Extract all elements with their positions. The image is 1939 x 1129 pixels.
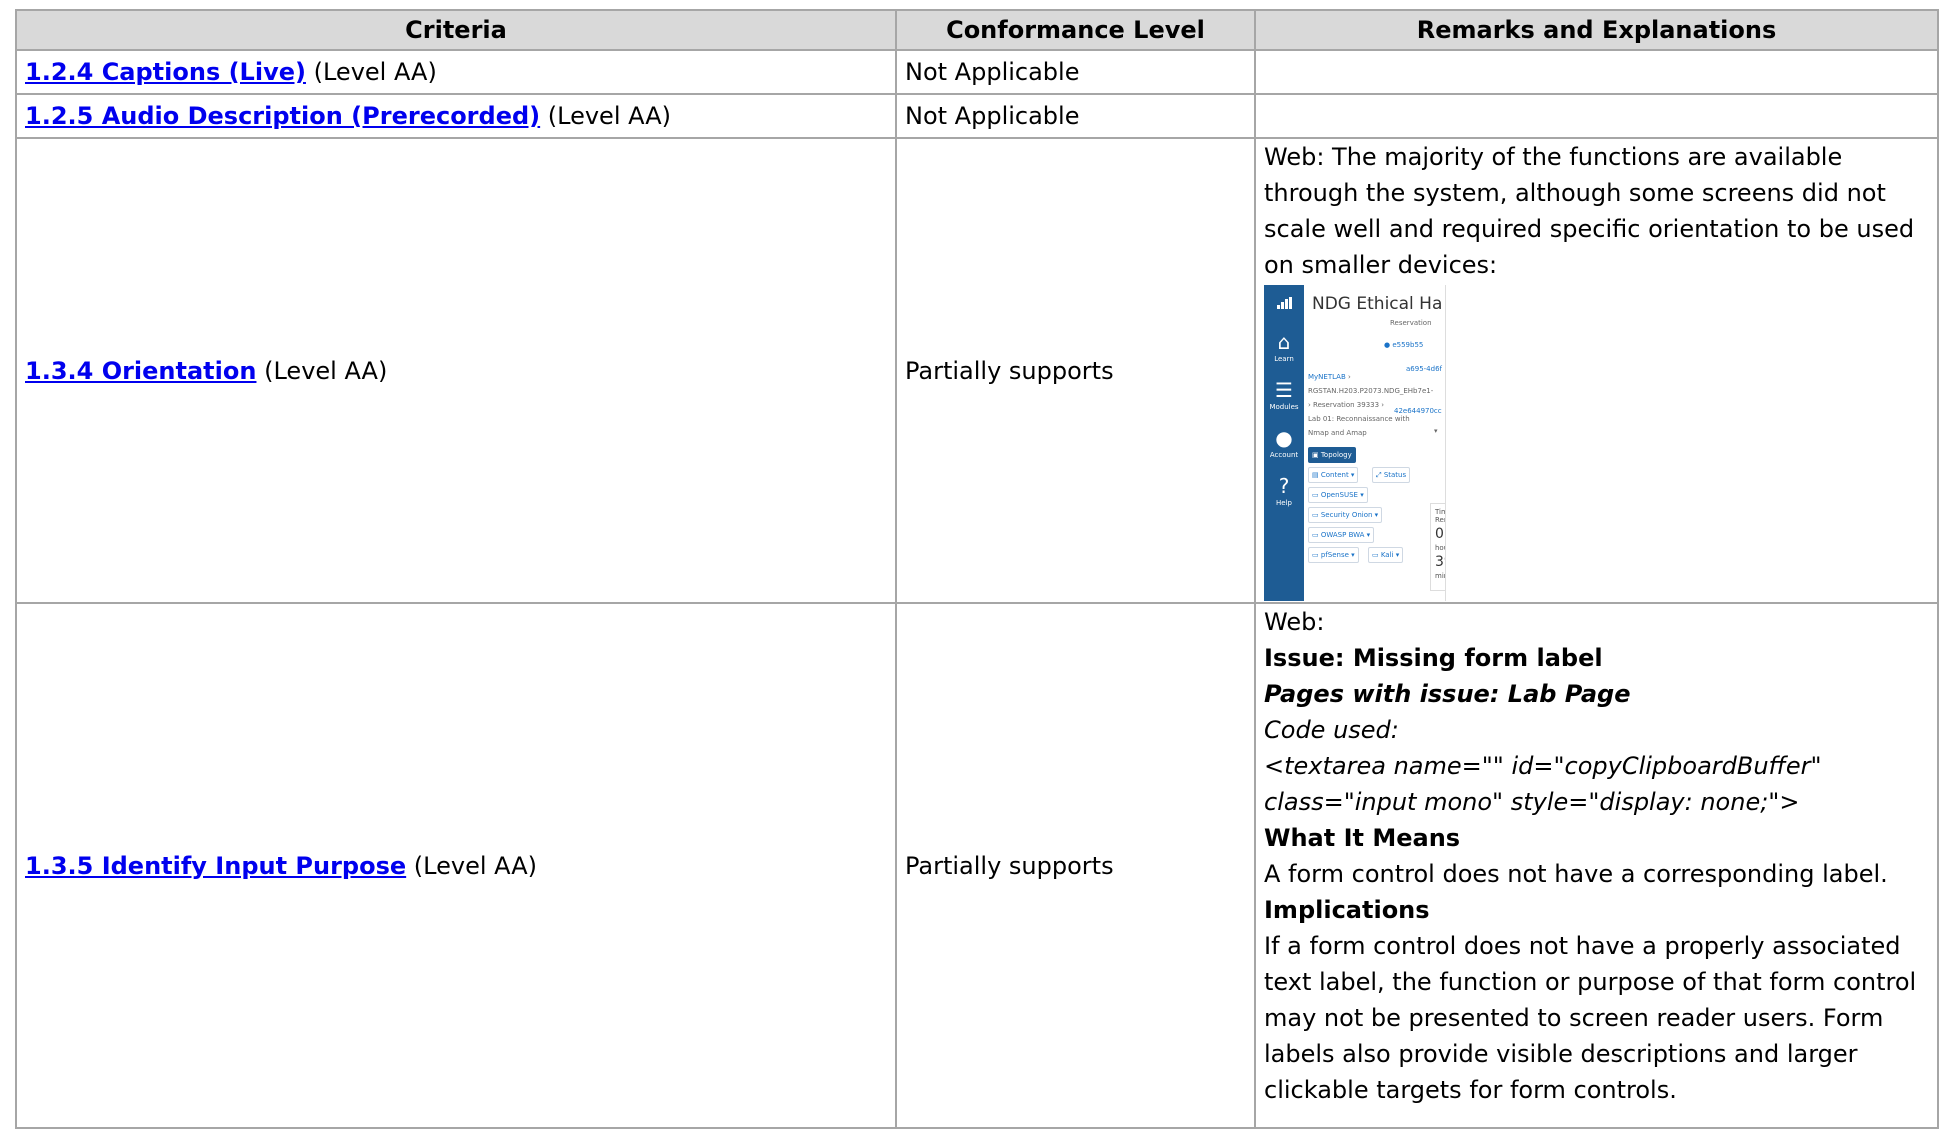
home-icon: ⌂: [1277, 330, 1291, 354]
app-sidebar: ⌂ Learn ☰ Modules ● Account ? Help: [1264, 285, 1304, 601]
vm-owasp-bwa-button[interactable]: ▭ OWASP BWA ▾: [1308, 527, 1375, 543]
vm-security-onion-button[interactable]: ▭ Security Onion ▾: [1308, 507, 1383, 523]
criterion-cell: 1.2.5 Audio Description (Prerecorded) (L…: [15, 93, 897, 139]
vm-opensuse-button[interactable]: ▭ OpenSUSE ▾: [1308, 487, 1368, 503]
lab-title-line2: Nmap and Amap: [1308, 429, 1367, 437]
criterion-link-1-3-4[interactable]: 1.3.4 Orientation: [25, 357, 256, 385]
criterion-link-1-2-4[interactable]: 1.2.4 Captions (Live): [25, 58, 306, 86]
table-row: 1.2.4 Captions (Live) (Level AA) Not App…: [15, 49, 1939, 95]
criterion-level: (Level AA): [547, 102, 671, 130]
remarks-text: Web: The majority of the functions are a…: [1264, 143, 1915, 279]
criterion-level: (Level AA): [264, 356, 388, 385]
reservation-cut: Reservation: [1390, 319, 1432, 327]
crumb-mynetlab[interactable]: MyNETLAB ›: [1308, 373, 1351, 382]
list-icon: ☰: [1275, 378, 1293, 402]
remarks-cell: [1254, 49, 1939, 95]
criterion-cell: 1.2.4 Captions (Live) (Level AA): [15, 49, 897, 95]
user-id: ● e559b55: [1384, 341, 1424, 349]
nav-label-account: Account: [1269, 451, 1299, 459]
implications-heading: Implications: [1264, 896, 1430, 924]
pages-with-issue: Pages with issue: Lab Page: [1264, 680, 1631, 708]
nav-label-modules: Modules: [1269, 403, 1299, 411]
criterion-cell: 1.3.5 Identify Input Purpose (Level AA): [15, 602, 897, 1129]
remarks-cell: [1254, 93, 1939, 139]
vm-pfsense-button[interactable]: ▭ pfSense ▾: [1308, 547, 1359, 563]
remarks-cell: Web: Issue: Missing form label Pages wit…: [1254, 602, 1939, 1129]
remarks-web-label: Web:: [1264, 608, 1325, 636]
mobile-screenshot: ⌂ Learn ☰ Modules ● Account ? Help NDG E…: [1264, 285, 1446, 601]
code-used-label: Code used:: [1264, 716, 1399, 744]
nav-label-learn: Learn: [1274, 355, 1294, 363]
header-conformance-level: Conformance Level: [895, 9, 1256, 51]
criterion-link-1-2-5[interactable]: 1.2.5 Audio Description (Prerecorded): [25, 102, 540, 130]
vm-kali-button[interactable]: ▭ Kali ▾: [1368, 547, 1404, 563]
conformance-table: Criteria Conformance Level Remarks and E…: [15, 9, 1939, 1129]
nav-label-help: Help: [1276, 499, 1292, 507]
conformance-cell: Not Applicable: [895, 93, 1256, 139]
time-remaining-panel: Tim Remai 0 hou 39 min: [1430, 503, 1445, 591]
code-line-2: class="input mono" style="display: none;…: [1264, 788, 1800, 816]
header-criteria: Criteria: [15, 9, 897, 51]
issue-heading: Issue: Missing form label: [1264, 644, 1603, 672]
table-row: 1.3.4 Orientation (Level AA) Partially s…: [15, 137, 1939, 604]
conformance-cell: Partially supports: [895, 137, 1256, 604]
table-row: 1.2.5 Audio Description (Prerecorded) (L…: [15, 93, 1939, 139]
topology-button[interactable]: ▣ Topology: [1308, 447, 1356, 463]
crumb-reservation[interactable]: › Reservation 39333 ›: [1308, 401, 1384, 410]
app-title: NDG Ethical Ha: [1312, 294, 1443, 314]
criterion-cell: 1.3.4 Orientation (Level AA): [15, 137, 897, 604]
criterion-level: (Level AA): [313, 58, 437, 86]
criterion-level: (Level AA): [413, 851, 538, 880]
remarks-cell: Web: The majority of the functions are a…: [1254, 137, 1939, 604]
what-it-means-heading: What It Means: [1264, 824, 1461, 852]
status-button[interactable]: ⤢ Status: [1372, 467, 1411, 483]
content-button[interactable]: ▤ Content ▾: [1308, 467, 1359, 483]
account-icon: ●: [1275, 426, 1293, 450]
lab-title-line1: Lab 01: Reconnaissance with: [1308, 415, 1410, 423]
table-header-row: Criteria Conformance Level Remarks and E…: [15, 9, 1939, 51]
user-icon: ●: [1384, 341, 1391, 349]
table-row: 1.3.5 Identify Input Purpose (Level AA) …: [15, 602, 1939, 1129]
implications-text: If a form control does not have a proper…: [1264, 932, 1917, 1104]
conformance-cell: Partially supports: [895, 602, 1256, 1129]
signal-icon: [1277, 297, 1293, 309]
criterion-link-1-3-5[interactable]: 1.3.5 Identify Input Purpose: [25, 852, 406, 880]
header-remarks: Remarks and Explanations: [1254, 9, 1939, 51]
reservation-id-cut: a695-4d6f: [1406, 365, 1442, 373]
help-icon: ?: [1278, 474, 1290, 498]
conformance-cell: Not Applicable: [895, 49, 1256, 95]
what-it-means-text: A form control does not have a correspon…: [1264, 860, 1888, 888]
crumb-course[interactable]: RGSTAN.H203.P2073.NDG_EHb7e1-: [1308, 387, 1433, 396]
code-line-1: <textarea name="" id="copyClipboardBuffe…: [1264, 752, 1822, 780]
chevron-down-icon[interactable]: ▾: [1434, 427, 1438, 436]
